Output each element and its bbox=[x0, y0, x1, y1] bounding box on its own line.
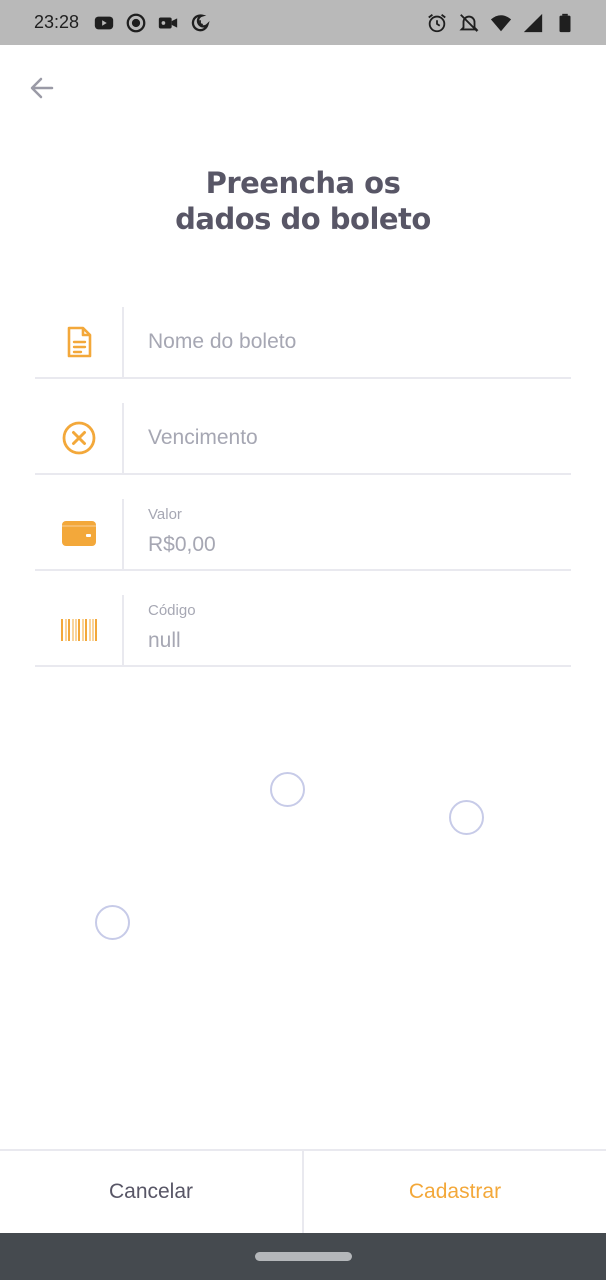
code-input[interactable]: null bbox=[148, 629, 571, 653]
due-date-field[interactable]: Vencimento bbox=[35, 403, 571, 475]
decorative-circle bbox=[270, 772, 305, 807]
status-time: 23:28 bbox=[34, 12, 80, 32]
page-title: Preencha os dados do boleto bbox=[0, 165, 606, 237]
back-button[interactable] bbox=[22, 68, 62, 108]
status-left: 23:28 bbox=[34, 12, 211, 34]
page-title-line1: Preencha os bbox=[205, 166, 401, 200]
boleto-form: Nome do boleto Vencimento Valor R$0,00 C… bbox=[35, 307, 571, 691]
video-camera-icon bbox=[157, 12, 179, 34]
amount-field[interactable]: Valor R$0,00 bbox=[35, 499, 571, 571]
status-right bbox=[426, 12, 576, 34]
due-date-icon-cell bbox=[35, 403, 124, 473]
amount-body: Valor R$0,00 bbox=[124, 499, 571, 569]
decorative-circle bbox=[95, 905, 130, 940]
amount-icon-cell bbox=[35, 499, 124, 569]
status-bar: 23:28 bbox=[0, 0, 606, 45]
amount-label: Valor bbox=[148, 505, 182, 523]
wifi-icon bbox=[490, 12, 512, 34]
boleto-name-body: Nome do boleto bbox=[124, 307, 571, 377]
system-nav-bar bbox=[0, 1233, 606, 1280]
code-body: Código null bbox=[124, 595, 571, 665]
boleto-name-input[interactable]: Nome do boleto bbox=[148, 330, 571, 354]
alarm-clock-icon bbox=[426, 12, 448, 34]
home-gesture-handle[interactable] bbox=[254, 1252, 352, 1261]
battery-icon bbox=[554, 12, 576, 34]
wallet-icon bbox=[61, 521, 96, 546]
record-icon bbox=[125, 12, 147, 34]
code-label: Código bbox=[148, 601, 196, 619]
notifications-off-icon bbox=[458, 12, 480, 34]
close-circle-icon bbox=[62, 421, 95, 455]
boleto-name-icon-cell bbox=[35, 307, 124, 377]
code-icon-cell bbox=[35, 595, 124, 665]
boleto-name-field[interactable]: Nome do boleto bbox=[35, 307, 571, 379]
code-field[interactable]: Código null bbox=[35, 595, 571, 667]
cancel-button[interactable]: Cancelar bbox=[0, 1151, 304, 1233]
action-footer: Cancelar Cadastrar bbox=[0, 1149, 606, 1233]
signal-icon bbox=[522, 12, 544, 34]
decorative-circle bbox=[449, 800, 484, 835]
document-icon bbox=[67, 326, 91, 358]
moon-alarm-icon bbox=[189, 12, 211, 34]
arrow-left-icon bbox=[30, 77, 54, 99]
amount-input[interactable]: R$0,00 bbox=[148, 533, 571, 557]
barcode-icon bbox=[60, 619, 97, 641]
youtube-icon bbox=[93, 12, 115, 34]
submit-button[interactable]: Cadastrar bbox=[304, 1151, 606, 1233]
due-date-input[interactable]: Vencimento bbox=[148, 426, 571, 450]
page-title-line2: dados do boleto bbox=[175, 202, 431, 236]
due-date-body: Vencimento bbox=[124, 403, 571, 473]
